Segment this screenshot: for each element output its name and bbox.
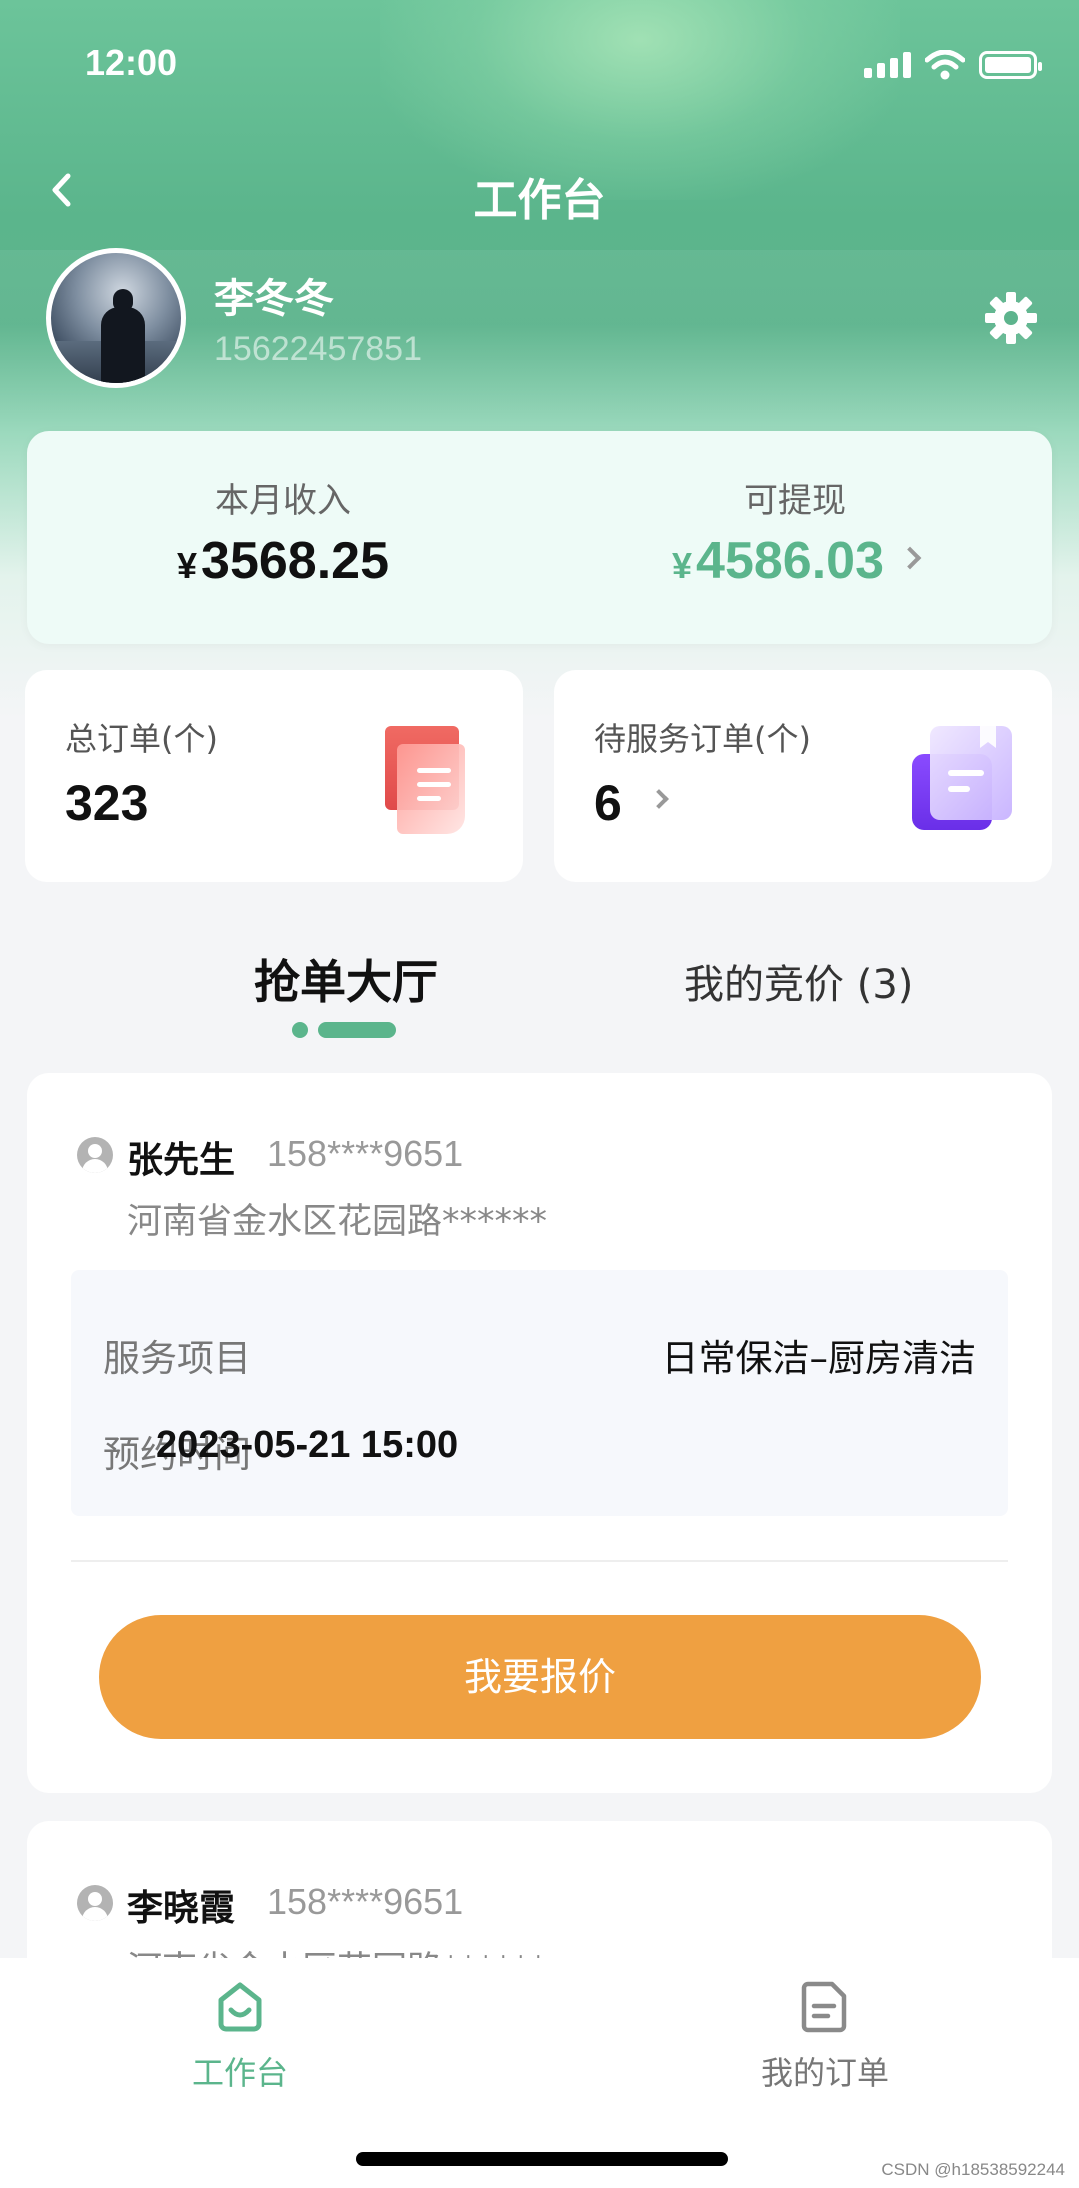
total-orders-label: 总订单(个) — [65, 720, 218, 758]
withdrawable-label: 可提现 — [744, 481, 846, 521]
divider — [71, 1560, 1008, 1562]
service-value: 日常保洁–厨房清洁 — [661, 1337, 977, 1380]
pending-orders-count: 6 — [594, 775, 622, 831]
person-icon — [77, 1885, 113, 1921]
appointment-value: 2023-05-21 15:00 — [156, 1424, 459, 1466]
battery-icon — [979, 51, 1042, 79]
customer-name: 张先生 — [127, 1140, 236, 1181]
signal-icon — [864, 52, 911, 78]
order-details: 服务项目 日常保洁–厨房清洁 预约时间 2023-05-21 15:00 — [71, 1270, 1008, 1516]
bookmark-doc-icon — [912, 726, 1012, 830]
customer-phone: 158****9651 — [267, 1881, 464, 1922]
withdrawable-amount: 4586.03 — [696, 532, 884, 590]
person-icon — [77, 1137, 113, 1173]
user-phone: 15622457851 — [214, 330, 423, 368]
nav-bar: 工作台 — [0, 150, 1079, 230]
status-bar: 12:00 — [0, 0, 1079, 130]
profile-section: 李冬冬 15622457851 — [0, 248, 1079, 398]
pending-orders-card[interactable]: 待服务订单(个) 6 — [554, 670, 1052, 882]
status-icons — [864, 50, 1042, 80]
monthly-income-label: 本月收入 — [215, 481, 351, 521]
total-orders-value: 323 — [65, 775, 149, 831]
home-icon — [218, 1982, 262, 2032]
service-label: 服务项目 — [103, 1337, 251, 1380]
pending-orders-value: 6 — [594, 774, 669, 832]
tabbar-label-workbench: 工作台 — [191, 2054, 288, 2092]
tab-indicator — [292, 1022, 402, 1038]
customer-phone: 158****9651 — [267, 1133, 464, 1174]
order-card: 张先生 158****9651 河南省金水区花园路****** 服务项目 日常保… — [27, 1073, 1052, 1793]
monthly-income-value: ¥3568.25 — [27, 531, 539, 591]
wifi-icon — [925, 50, 965, 80]
user-name: 李冬冬 — [214, 276, 334, 322]
income-card: 本月收入 ¥3568.25 可提现 ¥4586.03 — [27, 431, 1052, 644]
quote-button[interactable]: 我要报价 — [99, 1615, 981, 1739]
page-title: 工作台 — [473, 175, 606, 226]
currency-symbol: ¥ — [177, 545, 198, 586]
withdrawable-value: ¥4586.03 — [539, 531, 1051, 591]
document-icon — [801, 1981, 847, 2033]
tab-bar-top: 抢单大厅 我的竞价 (3) — [0, 930, 1079, 1050]
tabbar-item-workbench[interactable]: 工作台 — [120, 1980, 360, 2094]
home-indicator — [356, 2152, 728, 2166]
tab-order-hall[interactable]: 抢单大厅 — [254, 946, 438, 1012]
gear-icon[interactable] — [983, 290, 1039, 346]
monthly-income-amount: 3568.25 — [201, 532, 389, 590]
tabbar-label-my-orders: 我的订单 — [760, 2054, 889, 2092]
customer-name: 李晓霞 — [127, 1888, 236, 1929]
withdrawable[interactable]: 可提现 ¥4586.03 — [539, 431, 1051, 644]
tabbar-item-my-orders[interactable]: 我的订单 — [705, 1980, 945, 2094]
status-time: 12:00 — [85, 42, 178, 83]
pending-orders-label: 待服务订单(个) — [594, 720, 811, 758]
orders-doc-icon — [385, 726, 465, 834]
chevron-right-icon — [648, 788, 669, 809]
watermark: CSDN @h18538592244 — [881, 2160, 1065, 2179]
total-orders-card: 总订单(个) 323 — [25, 670, 523, 882]
customer-address: 河南省金水区花园路****** — [127, 1202, 548, 1242]
tab-my-bids[interactable]: 我的竞价 (3) — [684, 952, 913, 1010]
currency-symbol: ¥ — [672, 545, 693, 586]
monthly-income: 本月收入 ¥3568.25 — [27, 431, 539, 644]
chevron-right-icon — [898, 546, 922, 570]
avatar[interactable] — [46, 248, 186, 388]
